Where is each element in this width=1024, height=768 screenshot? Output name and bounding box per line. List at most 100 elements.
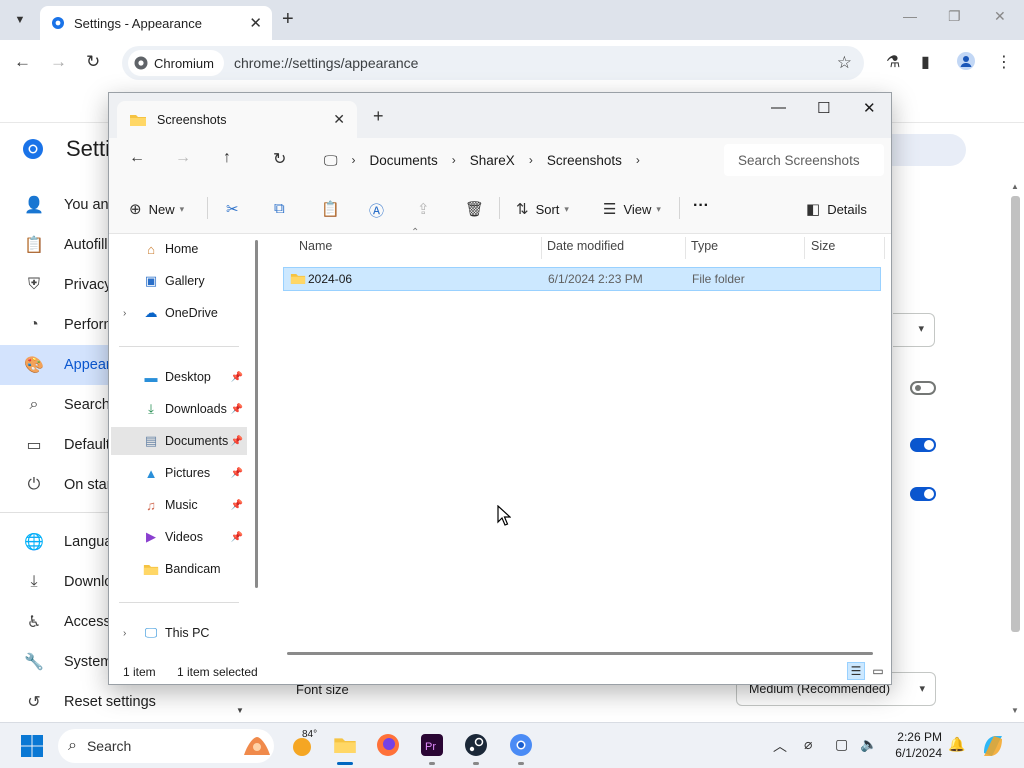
toggle-switch-off[interactable] [910,381,936,395]
delete-button[interactable]: 🗑 [465,200,491,218]
settings-title: Setti [66,136,111,161]
cut-button[interactable]: ✂ [226,200,246,218]
taskbar-file-explorer[interactable] [331,731,359,765]
details-view-icon[interactable]: ☰ [847,662,865,680]
taskbar-steam[interactable] [462,731,490,765]
maximize-icon[interactable]: ❐ [948,8,961,25]
copilot-icon[interactable] [980,733,1006,759]
nav-desktop[interactable]: ▬ Desktop 📌 [111,363,247,391]
taskbar-chromium[interactable] [507,731,535,765]
taskbar-search-box[interactable]: ⌕ Search [58,729,274,763]
nav-pictures[interactable]: ▲ Pictures 📌 [111,459,247,487]
breadcrumb-documents[interactable]: Documents [370,153,438,168]
profile-icon[interactable] [957,52,975,75]
theme-select[interactable] [893,313,935,347]
back-icon[interactable]: ← [14,52,31,72]
tab-settings-appearance[interactable]: Settings - Appearance ✕ [40,6,272,40]
column-header-type[interactable]: Type [691,239,718,253]
nav-music[interactable]: ♫ Music 📌 [111,491,247,519]
close-tab-icon[interactable]: ✕ [249,14,262,32]
phone-link-icon[interactable]: ▢ [835,736,848,753]
column-divider[interactable] [804,237,805,259]
column-divider[interactable] [685,237,686,259]
labs-flask-icon[interactable]: ⚗ [886,52,900,72]
search-input[interactable]: Search Screenshots [724,144,884,176]
settings-nav-reset-settings[interactable]: ↺ Reset settings [0,682,270,722]
bookmark-star-icon[interactable]: ☆ [837,53,852,73]
column-header-size[interactable]: Size [811,239,835,253]
tab-search-icon[interactable]: ▼ [8,8,32,32]
scrollbar-thumb[interactable] [1011,196,1020,632]
close-tab-icon[interactable]: ✕ [333,111,345,128]
share-button[interactable]: ⇪ [417,200,437,218]
refresh-icon[interactable]: ↻ [273,149,286,169]
explorer-tab-screenshots[interactable]: Screenshots ✕ [117,101,357,138]
breadcrumb-sharex[interactable]: ShareX [470,153,515,168]
toggle-switch-on[interactable] [910,487,936,501]
chevron-right-icon[interactable]: › [352,153,356,167]
nav-label: Videos [165,530,203,544]
scroll-down-icon[interactable]: ▼ [1011,706,1019,715]
nav-pane-scrollbar[interactable] [255,240,258,588]
sort-button[interactable]: ⇅ Sort ▾ [516,200,569,218]
notification-bell-icon[interactable]: 🔔 [948,736,965,753]
rename-button[interactable]: Ⓐ [369,200,391,221]
forward-icon[interactable]: → [50,52,67,72]
taskbar-premiere-pro[interactable]: Pr [418,731,446,765]
view-button[interactable]: ☰ View ▾ [603,200,661,218]
chevron-right-icon[interactable]: › [636,153,640,167]
table-row[interactable]: 2024-06 6/1/2024 2:23 PM File folder [283,267,881,291]
tiles-view-icon[interactable]: ▭ [869,662,887,680]
status-bar: 1 item 1 item selected ☰ ▭ [109,658,891,684]
network-disconnected-icon[interactable]: ⌀ [804,736,812,753]
paste-button[interactable]: 📋 [321,200,347,218]
chevron-right-icon[interactable]: › [452,153,456,167]
firefox-icon [377,734,399,756]
back-icon[interactable]: ← [129,149,145,167]
omnibox[interactable]: Chromium chrome://settings/appearance ☆ [122,46,864,80]
page-scrollbar[interactable]: ▲ ▼ [1008,182,1024,720]
nav-documents[interactable]: ▤ Documents 📌 [111,427,247,455]
nav-gallery[interactable]: ▣ Gallery [111,267,247,295]
toggle-switch-on[interactable] [910,438,936,452]
nav-scroll-down-icon[interactable]: ▼ [236,706,244,715]
scroll-up-icon[interactable]: ▲ [1011,182,1019,191]
chevron-right-icon[interactable]: › [529,153,533,167]
nav-onedrive[interactable]: › ☁ OneDrive [111,299,247,327]
breadcrumb[interactable]: 🖵 › Documents › ShareX › Screenshots › [314,144,714,176]
nav-bandicam[interactable]: Bandicam [111,555,247,583]
taskbar-firefox[interactable] [374,731,402,759]
chevron-right-icon[interactable]: › [123,308,126,319]
reload-icon[interactable]: ↻ [86,52,100,72]
site-chip[interactable]: Chromium [128,50,224,76]
more-options-button[interactable]: ··· [693,197,709,215]
details-pane-button[interactable]: ◧ Details [806,200,867,218]
forward-icon[interactable]: → [175,149,191,167]
nav-home[interactable]: ⌂ Home [111,235,247,263]
horizontal-scrollbar[interactable] [287,652,873,655]
nav-videos[interactable]: ▶ Videos 📌 [111,523,247,551]
column-header-name[interactable]: Name [299,239,332,253]
copy-button[interactable]: ⧉ [274,200,292,217]
chevron-right-icon[interactable]: › [123,628,126,639]
maximize-icon[interactable]: ☐ [817,99,830,117]
close-window-icon[interactable]: ✕ [994,8,1006,25]
nav-downloads[interactable]: ⤓ Downloads 📌 [111,395,247,423]
close-window-icon[interactable]: ✕ [863,99,876,117]
up-icon[interactable]: ↑ [223,149,231,167]
column-divider[interactable] [541,237,542,259]
nav-this-pc[interactable]: › 🖵 This PC [111,619,247,647]
show-hidden-icons-chevron-up-icon[interactable]: ︿ [773,736,787,756]
column-header-date[interactable]: Date modified [547,239,624,253]
side-panel-icon[interactable]: ▮ [921,52,930,72]
breadcrumb-screenshots[interactable]: Screenshots [547,153,622,168]
windows-start-icon[interactable] [20,734,44,758]
new-tab-button[interactable]: + [373,106,384,127]
menu-kebab-icon[interactable]: ⋮ [996,52,1012,72]
system-clock[interactable]: 2:26 PM 6/1/2024 [862,729,942,761]
minimize-icon[interactable]: — [903,8,917,24]
new-button[interactable]: ⊕ New ▾ [129,200,184,218]
new-tab-button[interactable]: + [282,8,294,30]
column-divider[interactable] [884,237,885,259]
minimize-icon[interactable]: — [771,99,786,116]
